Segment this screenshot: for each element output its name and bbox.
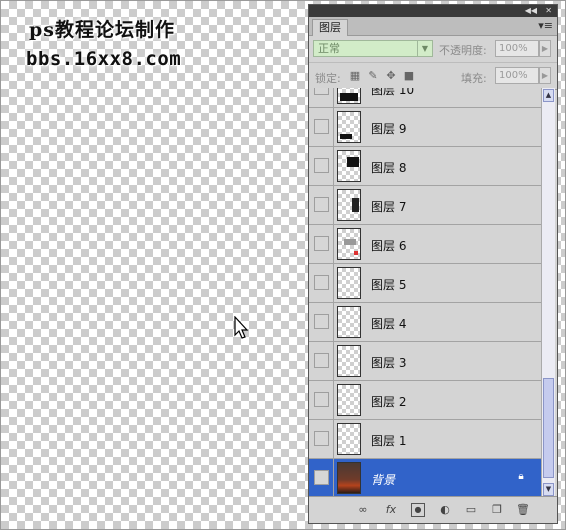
group-icon[interactable]: ▭ [463,503,479,517]
visibility-toggle[interactable] [314,314,329,329]
layer-name: 图层 2 [371,395,407,409]
layer-thumbnail [337,111,361,143]
visibility-toggle[interactable] [314,470,329,485]
visibility-toggle[interactable] [314,353,329,368]
layer-name: 背景 [371,473,396,487]
opacity-label: 不透明度: [439,44,487,57]
lock-label: 锁定: [315,72,341,85]
layer-thumbnail [337,306,361,338]
layer-thumbnail [337,267,361,299]
scroll-up-icon[interactable]: ▲ [543,89,554,102]
layer-name: 图层 3 [371,356,407,370]
panel-tab-row: 图层 ▾≡ [309,17,557,36]
scroll-thumb[interactable] [543,378,554,478]
scroll-down-icon[interactable]: ▼ [543,483,554,496]
visibility-toggle[interactable] [314,197,329,212]
fill-slider-button[interactable]: ▶ [539,67,551,84]
layer-row[interactable]: 图层 3 [309,342,541,381]
layer-thumbnail [337,189,361,221]
layer-row[interactable]: 图层 9 [309,108,541,147]
blend-mode-value: 正常 [318,42,340,55]
layer-row[interactable]: 图层 4 [309,303,541,342]
adjustment-icon[interactable]: ◐ [437,503,453,517]
layer-name: 图层 5 [371,278,407,292]
visibility-toggle[interactable] [314,275,329,290]
layer-thumbnail [337,384,361,416]
layer-row[interactable]: 图层 2 [309,381,541,420]
lock-transparent-icon[interactable]: ▦ [349,70,361,82]
close-panel-icon[interactable]: ✕ [545,5,552,17]
layer-thumbnail [337,462,361,494]
visibility-toggle[interactable] [314,88,329,95]
watermark-title: ps教程论坛制作 [29,19,175,41]
lock-paint-icon[interactable]: ✎ [367,70,379,82]
visibility-toggle[interactable] [314,236,329,251]
layer-thumbnail [337,88,361,104]
layer-name: 图层 6 [371,239,407,253]
layer-row[interactable]: 图层 6 [309,225,541,264]
chevron-down-icon[interactable]: ▼ [417,41,432,56]
blend-row: 正常 ▼ 不透明度: 100% ▶ [309,36,557,63]
layer-name: 图层 4 [371,317,407,331]
layer-row-background[interactable]: 背景 🔒︎ [309,459,541,497]
visibility-toggle[interactable] [314,392,329,407]
layer-name: 图层 7 [371,200,407,214]
fx-icon[interactable]: fx [383,503,399,517]
opacity-input[interactable]: 100% [495,40,539,57]
layer-name: 图层 1 [371,434,407,448]
layers-panel: ◀◀ ✕ 图层 ▾≡ 正常 ▼ 不透明度: 100% ▶ 锁定: ▦ ✎ ✥ ■… [308,4,558,524]
layer-row[interactable]: 图层 7 [309,186,541,225]
watermark-url: bbs.16xx8.com [26,48,182,70]
layer-row[interactable]: 图层 5 [309,264,541,303]
lock-move-icon[interactable]: ✥ [385,70,397,82]
tab-layers[interactable]: 图层 [312,19,348,36]
layer-thumbnail [337,345,361,377]
layer-name: 图层 9 [371,122,407,136]
layer-list: 图层 10 图层 9 图层 8 图层 7 图层 6 图层 5 图层 4 图层 3… [309,88,541,497]
new-layer-icon[interactable]: ❐ [489,503,505,517]
trash-icon[interactable]: 🗑︎ [515,503,531,517]
layer-name: 图层 10 [371,88,415,97]
layer-row[interactable]: 图层 10 [309,88,541,108]
fill-label: 填充: [461,72,487,85]
visibility-toggle[interactable] [314,119,329,134]
layer-thumbnail [337,423,361,455]
blend-mode-select[interactable]: 正常 ▼ [313,40,433,57]
layer-thumbnail [337,150,361,182]
link-icon[interactable]: ∞ [355,503,371,517]
fill-input[interactable]: 100% [495,67,539,84]
lock-all-icon[interactable]: ■ [403,70,415,82]
lock-row: 锁定: ▦ ✎ ✥ ■ 填充: 100% ▶ [309,63,557,90]
panel-footer: ∞ fx ● ◐ ▭ ❐ 🗑︎ [309,496,557,523]
layer-row[interactable]: 图层 8 [309,147,541,186]
layer-scrollbar[interactable]: ▲ ▼ [541,88,555,497]
visibility-toggle[interactable] [314,431,329,446]
visibility-toggle[interactable] [314,158,329,173]
layer-row[interactable]: 图层 1 [309,420,541,459]
lock-icon: 🔒︎ [518,471,524,482]
collapse-icon[interactable]: ◀◀ [525,5,537,17]
mouse-cursor-icon [234,316,249,339]
layer-name: 图层 8 [371,161,407,175]
mask-icon[interactable]: ● [411,503,425,517]
panel-titlebar[interactable]: ◀◀ ✕ [309,5,557,17]
panel-menu-icon[interactable]: ▾≡ [538,19,553,32]
opacity-slider-button[interactable]: ▶ [539,40,551,57]
layer-thumbnail [337,228,361,260]
